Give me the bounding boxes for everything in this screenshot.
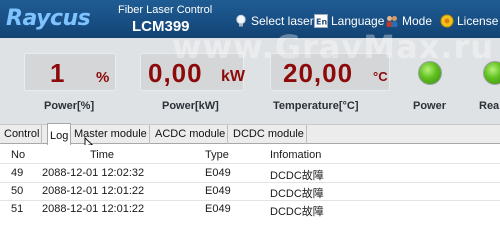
column-header-no: No [11, 149, 26, 161]
device-name: LCM399 [132, 18, 190, 35]
row-info: DCDC故障 [270, 206, 324, 218]
row-no: 51 [11, 203, 24, 215]
status-panel: 1 % Power[%] 0,00 kW Power[kW] 20,00 °C … [0, 38, 500, 124]
column-header-type: Type [205, 149, 229, 161]
users-icon [386, 16, 398, 27]
row-info: DCDC故障 [270, 188, 324, 200]
power-percent-value: 1 [50, 58, 66, 88]
row-no: 50 [11, 185, 24, 197]
mode-label: Mode [402, 14, 433, 28]
language-button[interactable]: En Language [314, 11, 384, 31]
column-header-time: Time [90, 149, 115, 161]
table-row[interactable]: 50 2088-12-01 12:01:22 E049 DCDC故障 [0, 183, 500, 200]
power-kw-value: 0,00 [148, 58, 203, 88]
row-type: E049 [205, 203, 231, 215]
header-bar: Raycus Fiber Laser Control LCM399 Select… [0, 0, 500, 38]
license-icon [440, 14, 454, 28]
bulb-icon [236, 14, 246, 27]
language-icon: En [314, 14, 328, 28]
log-table: No Time Type Infomation 49 2088-12-01 12… [0, 145, 500, 218]
row-time: 2088-12-01 12:01:22 [42, 203, 145, 215]
app-title: Fiber Laser Control [118, 4, 213, 16]
tab-control[interactable]: Control [2, 125, 43, 144]
license-label: License [457, 14, 499, 28]
row-no: 49 [11, 167, 24, 179]
ready-indicator-label: Rea [479, 100, 500, 112]
temperature-value: 20,00 [283, 58, 354, 88]
tab-dcdc-module[interactable]: DCDC module [231, 125, 307, 144]
temperature-label: Temperature[°C] [273, 100, 359, 112]
raycus-logo: Raycus [6, 6, 91, 31]
temperature-unit: °C [373, 69, 388, 84]
table-row[interactable]: 49 2088-12-01 12:02:32 E049 DCDC故障 [0, 165, 500, 182]
license-button[interactable]: License [440, 11, 498, 31]
power-indicator-label: Power [413, 100, 447, 112]
tab-log[interactable]: Log [47, 123, 72, 145]
select-laser-button[interactable]: Select laser [234, 11, 314, 31]
row-time: 2088-12-01 12:02:32 [42, 167, 145, 179]
tab-bar: Control Log Master module ACDC module DC… [0, 123, 500, 145]
mode-button[interactable]: Mode [385, 11, 432, 31]
tab-acdc-module[interactable]: ACDC module [153, 125, 229, 144]
power-kw-label: Power[kW] [162, 100, 219, 112]
row-type: E049 [205, 167, 231, 179]
column-header-information: Infomation [270, 149, 322, 161]
language-label: Language [331, 14, 385, 28]
select-laser-label: Select laser [251, 14, 314, 28]
row-info: DCDC故障 [270, 170, 324, 182]
power-percent-unit: % [96, 69, 110, 86]
row-type: E049 [205, 185, 231, 197]
header-divider [0, 163, 500, 164]
table-row[interactable]: 51 2088-12-01 12:01:22 E049 DCDC故障 [0, 201, 500, 218]
row-time: 2088-12-01 12:01:22 [42, 185, 145, 197]
power-percent-label: Power[%] [44, 100, 95, 112]
svg-text:En: En [316, 18, 327, 27]
ready-indicator-led [483, 61, 500, 85]
power-indicator-led [418, 61, 442, 85]
power-kw-unit: kW [221, 68, 245, 85]
